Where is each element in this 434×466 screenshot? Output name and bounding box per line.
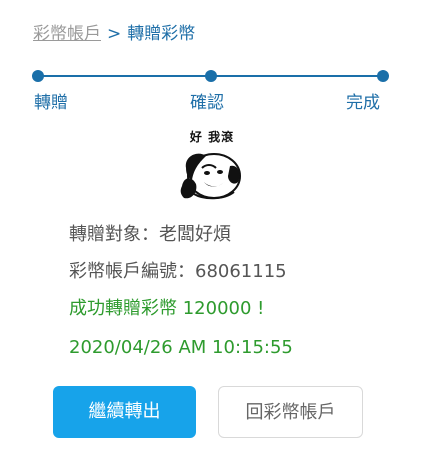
breadcrumb-link-account[interactable]: 彩幣帳戶	[33, 24, 101, 44]
recipient-text: 轉贈對象：老闆好煩	[69, 224, 231, 245]
transfer-complete-page: 彩幣帳戶 > 轉贈彩幣 轉贈 確認 完成 好 我滾 轉贈對象：老闆好煩 彩幣帳戶編號	[0, 0, 434, 466]
success-message: 成功轉贈彩幣 120000 !	[69, 298, 265, 319]
step-dot-confirm	[205, 70, 217, 82]
step-label-transfer: 轉贈	[34, 93, 68, 113]
sticker-caption: 好 我滾	[189, 130, 235, 144]
breadcrumb-separator: >	[107, 24, 122, 44]
step-label-confirm: 確認	[190, 93, 224, 113]
breadcrumb: 彩幣帳戶 > 轉贈彩幣	[33, 22, 195, 46]
step-dot-transfer	[32, 70, 44, 82]
panda-meme-face-icon	[180, 153, 241, 200]
account-number-text: 彩幣帳戶編號：68061115	[69, 261, 287, 282]
back-to-account-button[interactable]: 回彩幣帳戶	[218, 386, 363, 438]
breadcrumb-current: 轉贈彩幣	[127, 24, 196, 44]
meme-sticker: 好 我滾	[176, 128, 248, 204]
continue-transfer-button[interactable]: 繼續轉出	[53, 386, 196, 438]
step-label-complete: 完成	[346, 93, 380, 113]
transfer-datetime: 2020/04/26 AM 10:15:55	[69, 337, 293, 358]
step-dot-complete	[377, 70, 389, 82]
